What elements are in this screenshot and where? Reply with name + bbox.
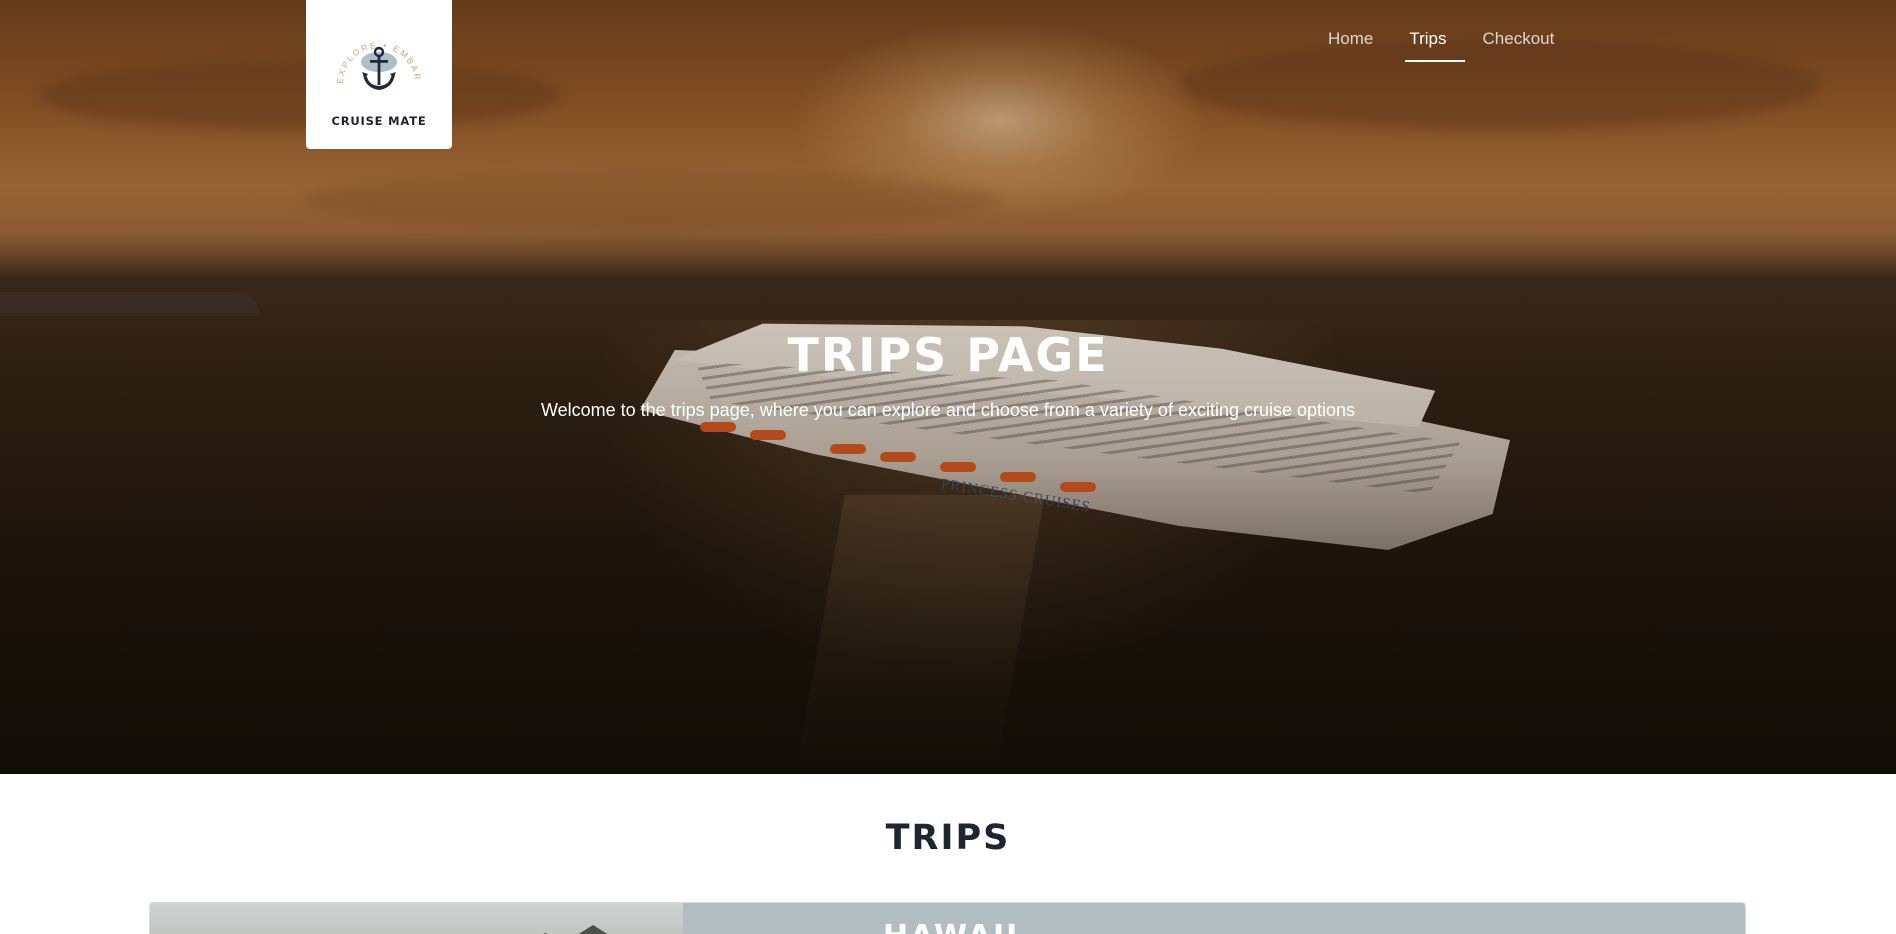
- trip-image: [150, 903, 683, 934]
- trip-card[interactable]: HAWAII: [149, 902, 1746, 934]
- nav-link-checkout[interactable]: Checkout: [1465, 0, 1573, 62]
- hero-overlay: [0, 0, 1896, 774]
- logo-brand-name: CRUISE MATE: [331, 113, 427, 128]
- hero-title: TRIPS PAGE: [787, 328, 1109, 382]
- trip-image-mountain: [500, 925, 650, 934]
- nav-link-trips[interactable]: Trips: [1391, 0, 1465, 62]
- trips-section-title: TRIPS: [885, 818, 1011, 858]
- anchor-logo-icon: EXPLORE • EMBARK • ENJOY!: [329, 22, 421, 90]
- hero-section: PRINCESS CRUISES TRIPS PAGE Welcome to t…: [0, 0, 1896, 774]
- nav-link-home[interactable]: Home: [1310, 0, 1391, 62]
- trip-name: HAWAII: [883, 919, 1019, 934]
- hero-subtitle: Welcome to the trips page, where you can…: [540, 400, 1356, 420]
- main-nav: Home Trips Checkout: [1310, 0, 1572, 62]
- trip-info-panel: HAWAII: [683, 903, 1745, 934]
- logo-link[interactable]: EXPLORE • EMBARK • ENJOY! CRUISE MATE: [306, 0, 452, 149]
